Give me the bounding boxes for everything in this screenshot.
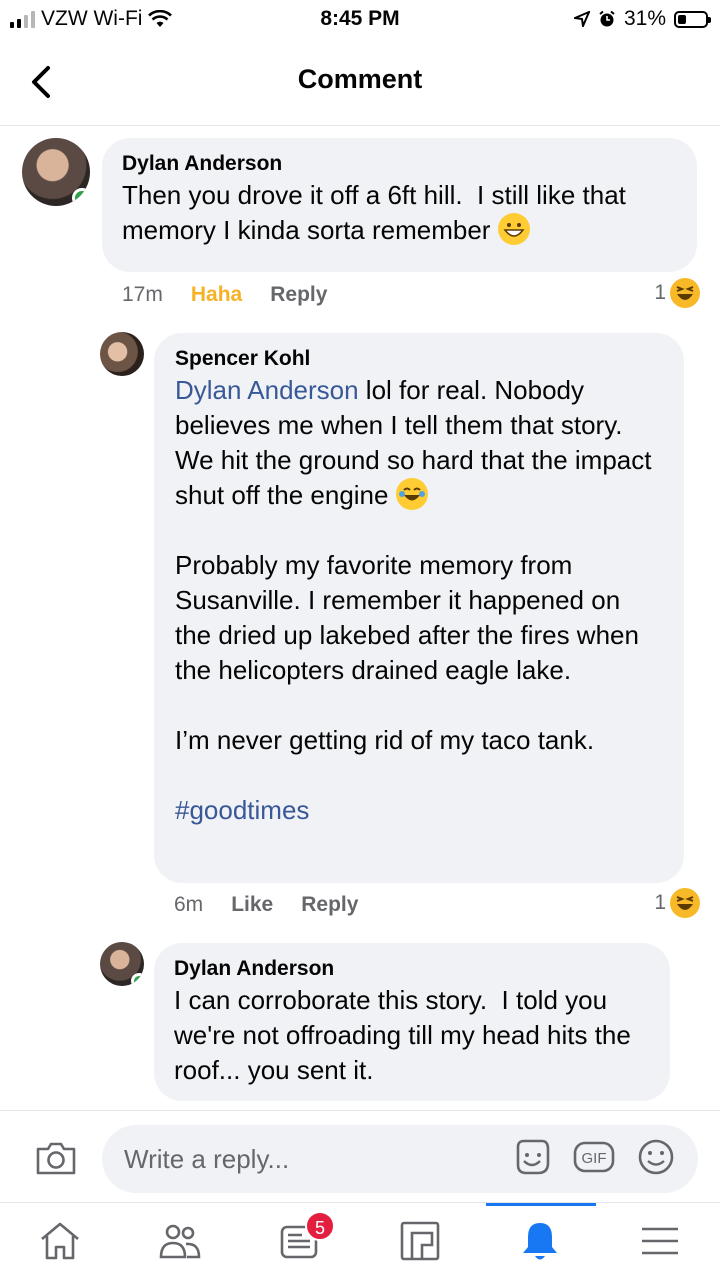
haha-reaction-icon (670, 888, 700, 918)
pages-icon[interactable] (396, 1217, 444, 1265)
home-icon[interactable] (36, 1217, 84, 1265)
reply-input[interactable]: Write a reply... GIF (102, 1125, 698, 1193)
page-title: Comment (297, 64, 423, 94)
location-arrow-icon (573, 11, 590, 27)
comment-timestamp: 6m (174, 893, 204, 916)
comment-actions: 17m Haha Reply (122, 283, 327, 307)
status-right: 31% (573, 7, 711, 31)
bottom-tab-bar: 5 (0, 1202, 720, 1280)
comment-text: I’m never getting rid of my taco tank. (175, 725, 595, 755)
active-tab-indicator (486, 1203, 596, 1206)
avatar[interactable] (22, 138, 90, 206)
bell-icon[interactable] (516, 1217, 564, 1265)
comment-author[interactable]: Dylan Anderson (122, 152, 677, 176)
reply-button[interactable]: Reply (270, 283, 327, 307)
comment-timestamp: 17m (122, 283, 163, 306)
gif-icon[interactable]: GIF (572, 1135, 616, 1179)
menu-icon[interactable] (636, 1217, 684, 1265)
header: Comment (0, 40, 720, 126)
comment-bubble[interactable]: Spencer Kohl Dylan Anderson lol for real… (154, 333, 684, 883)
sticker-icon[interactable] (510, 1135, 554, 1179)
reaction-count: 1 (654, 281, 666, 304)
notification-badge: 5 (305, 1211, 335, 1241)
battery-icon (674, 10, 711, 28)
alarm-icon (599, 10, 615, 27)
emoji-icon[interactable] (634, 1135, 678, 1179)
reply-composer: Write a reply... GIF (0, 1110, 720, 1202)
comment-actions: 6m Like Reply (174, 893, 358, 917)
mention-link[interactable]: Dylan Anderson (175, 375, 359, 405)
reaction-count: 1 (654, 891, 666, 914)
hashtag-link[interactable]: #goodtimes (175, 793, 663, 828)
reaction-button[interactable]: Haha (191, 283, 242, 307)
tears-of-joy-emoji-icon (395, 478, 428, 510)
avatar[interactable] (100, 332, 144, 376)
comment-text: I can corroborate this story. I told you… (174, 985, 639, 1085)
gif-label: GIF (582, 1150, 607, 1167)
comment-bubble[interactable]: Dylan Anderson Then you drove it off a 6… (102, 138, 697, 272)
avatar[interactable] (100, 942, 144, 986)
battery-percent: 31% (623, 7, 666, 30)
comment-text: Then you drove it off a 6ft hill. I stil… (122, 180, 634, 245)
status-bar: VZW Wi-Fi 8:45 PM 31% (0, 0, 720, 40)
friends-icon[interactable] (156, 1217, 204, 1265)
comment-author[interactable]: Dylan Anderson (174, 957, 650, 981)
like-button[interactable]: Like (231, 893, 273, 917)
reaction-summary[interactable]: 1 (654, 888, 700, 918)
grinning-emoji-icon (497, 213, 530, 245)
reply-placeholder: Write a reply... (124, 1144, 290, 1174)
comment-author[interactable]: Spencer Kohl (175, 347, 663, 371)
online-indicator (72, 188, 90, 206)
reply-button[interactable]: Reply (301, 893, 358, 917)
haha-reaction-icon (670, 278, 700, 308)
reaction-summary[interactable]: 1 (654, 278, 700, 308)
comment-text: Probably my favorite memory from Susanvi… (175, 550, 647, 685)
comment-bubble[interactable]: Dylan Anderson I can corroborate this st… (154, 943, 670, 1101)
online-indicator (131, 973, 144, 986)
camera-icon[interactable] (34, 1139, 78, 1177)
